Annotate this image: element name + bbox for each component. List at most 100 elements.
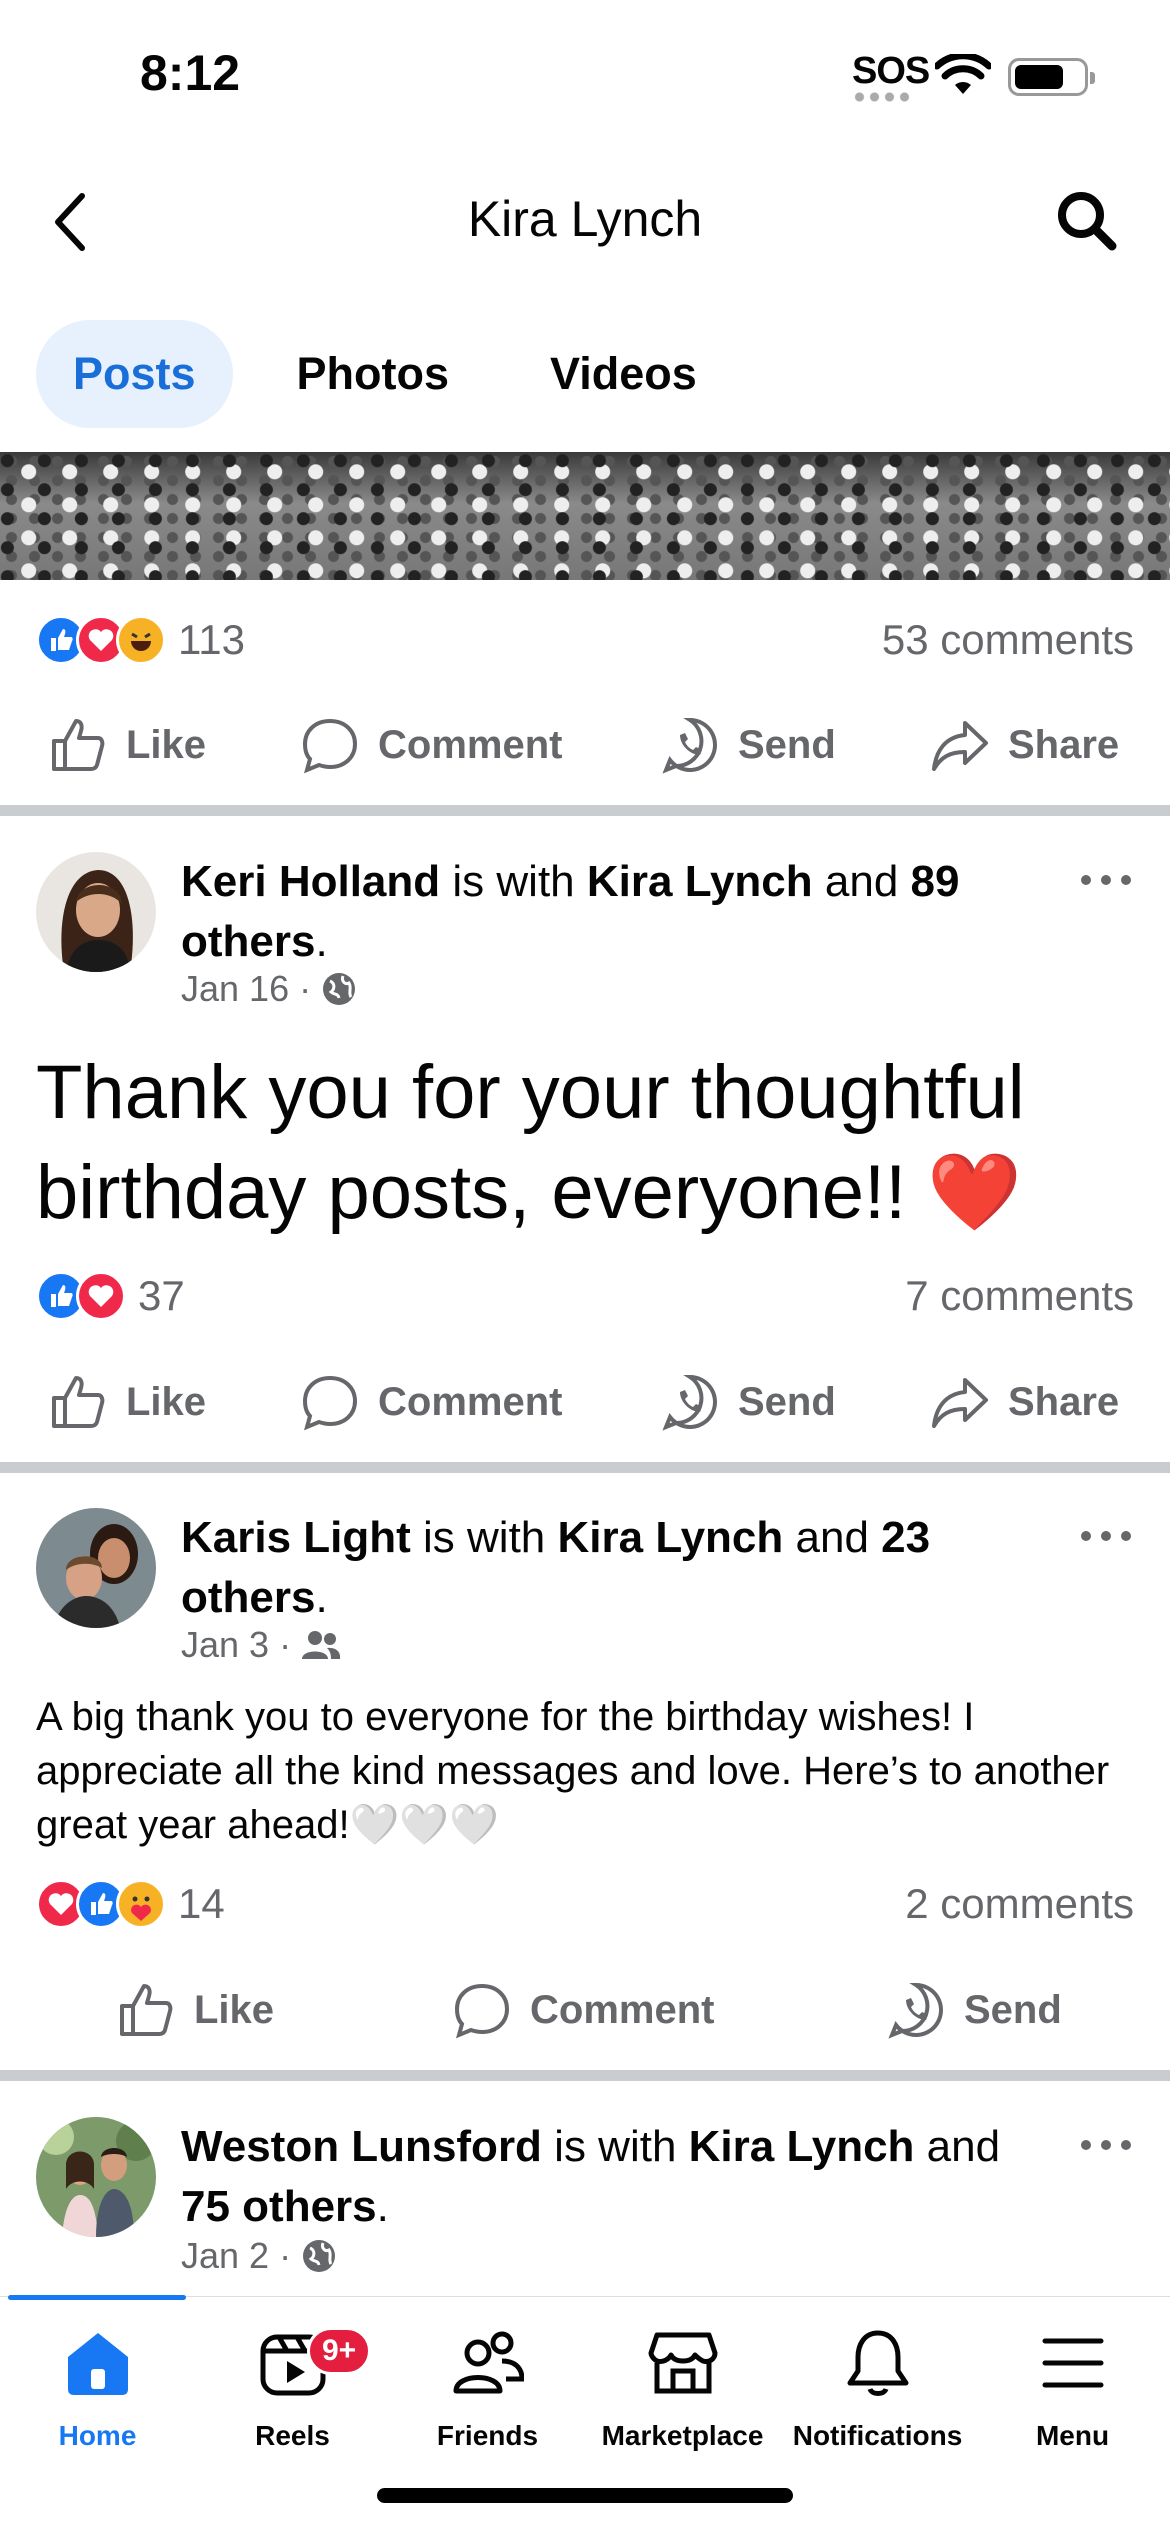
status-time: 8:12: [140, 45, 241, 101]
and-text: and: [795, 1513, 869, 1562]
post-author-line: Karis Light is with Kira Lynch and 23 ot…: [181, 1513, 931, 1622]
tab-videos[interactable]: Videos: [513, 320, 734, 428]
comment-button[interactable]: Comment: [452, 1980, 714, 2040]
nav-menu-label: Menu: [1035, 2420, 1110, 2451]
with-text: is with: [554, 2122, 677, 2171]
share-button[interactable]: Share: [930, 715, 1119, 775]
more-options-icon[interactable]: [1078, 872, 1134, 888]
send-button[interactable]: Send: [660, 715, 836, 775]
more-options-icon[interactable]: [1078, 1528, 1134, 1544]
comments-count[interactable]: 2 comments: [905, 1880, 1134, 1928]
haha-reaction-icon: [116, 615, 166, 665]
nav-reels[interactable]: 9+ Reels: [195, 2327, 390, 2452]
friends-icon: [302, 1631, 341, 1659]
marketplace-icon: [648, 2332, 717, 2394]
comment-icon: [302, 718, 358, 774]
post-date[interactable]: Jan 2: [181, 2235, 269, 2277]
post-meta: Jan 16 ·: [181, 968, 357, 1010]
and-text: and: [824, 857, 899, 906]
whatsapp-send-icon: [662, 717, 717, 774]
nav-reels-label: Reels: [255, 2420, 330, 2451]
post-author[interactable]: Keri Holland: [181, 857, 440, 906]
post-meta: Jan 2 ·: [181, 2235, 337, 2277]
post-text: A big thank you to everyone for the birt…: [36, 1695, 1110, 1847]
reaction-count: 113: [178, 616, 245, 663]
nav-home[interactable]: Home: [0, 2327, 195, 2452]
comment-label: Comment: [378, 722, 563, 767]
share-label: Share: [1008, 722, 1120, 767]
more-options-icon[interactable]: [1078, 2137, 1134, 2153]
comment-label: Comment: [530, 1987, 715, 2032]
bell-icon: [847, 2330, 908, 2396]
nav-marketplace[interactable]: Marketplace: [585, 2327, 780, 2452]
avatar[interactable]: [36, 1508, 156, 1628]
tab-posts[interactable]: Posts: [36, 320, 233, 428]
post1-actions: Like Comment Send Share: [0, 1352, 1170, 1452]
send-label: Send: [738, 722, 836, 767]
tagged-person[interactable]: Kira Lynch: [689, 2122, 915, 2171]
post-author[interactable]: Karis Light: [181, 1513, 411, 1562]
post-author-line: Weston Lunsford is with Kira Lynch and 7…: [181, 2122, 1001, 2231]
share-button[interactable]: Share: [930, 1372, 1119, 1432]
post2-actions: Like Comment Send: [0, 1960, 1170, 2060]
post-author[interactable]: Weston Lunsford: [181, 2122, 542, 2171]
reaction-count: 37: [138, 1272, 185, 1319]
share-label: Share: [1008, 1379, 1120, 1424]
post1-header: Keri Holland is with Kira Lynch and 89 o…: [36, 852, 1134, 1012]
comment-label: Comment: [378, 1379, 563, 1424]
post-date[interactable]: Jan 3: [181, 1624, 269, 1666]
comments-count[interactable]: 53 comments: [882, 616, 1134, 664]
tagged-person[interactable]: Kira Lynch: [558, 1513, 784, 1562]
like-label: Like: [126, 1379, 207, 1424]
post0-actions: Like Comment Send Share: [0, 695, 1170, 795]
friends-nav-icon: [453, 2331, 525, 2394]
like-icon: [52, 1376, 105, 1428]
comments-count[interactable]: 7 comments: [905, 1272, 1134, 1320]
share-icon: [932, 721, 988, 771]
nav-menu[interactable]: Menu: [975, 2327, 1170, 2452]
comment-icon: [454, 1983, 510, 2039]
nav-notifications[interactable]: Notifications: [780, 2327, 975, 2452]
reels-badge: 9+: [307, 2327, 372, 2375]
send-button[interactable]: Send: [660, 1372, 836, 1432]
globe-icon: [303, 2240, 336, 2272]
send-button[interactable]: Send: [886, 1980, 1062, 2040]
nav-friends[interactable]: Friends: [390, 2327, 585, 2452]
with-text: is with: [452, 857, 575, 906]
post2-header: Karis Light is with Kira Lynch and 23 ot…: [36, 1508, 1134, 1668]
nav-home-label: Home: [58, 2420, 137, 2451]
signal-dots-icon: [852, 92, 914, 102]
post0-reactions[interactable]: 113 53 comments: [36, 610, 1134, 670]
avatar[interactable]: [36, 852, 156, 972]
love-reaction-icon: [76, 1271, 126, 1321]
post-date[interactable]: Jan 16: [181, 968, 289, 1010]
search-icon[interactable]: [1054, 188, 1118, 252]
post-divider: [0, 805, 1170, 816]
like-button[interactable]: Like: [48, 1372, 206, 1432]
send-label: Send: [738, 1379, 836, 1424]
like-button[interactable]: Like: [116, 1980, 274, 2040]
tagged-others[interactable]: 75 others: [181, 2182, 377, 2231]
tagged-person[interactable]: Kira Lynch: [587, 857, 813, 906]
post-author-line: Keri Holland is with Kira Lynch and 89 o…: [181, 857, 960, 966]
post3-header: Weston Lunsford is with Kira Lynch and 7…: [36, 2117, 1134, 2287]
tab-photos[interactable]: Photos: [260, 320, 487, 428]
sos-indicator: SOS: [852, 50, 930, 92]
post1-reactions[interactable]: 37 7 comments: [36, 1266, 1134, 1326]
post2-reactions[interactable]: 14 2 comments: [36, 1874, 1134, 1934]
comment-button[interactable]: Comment: [300, 1372, 562, 1432]
comment-button[interactable]: Comment: [300, 715, 562, 775]
header: Kira Lynch: [0, 150, 1170, 290]
care-reaction-icon: [116, 1879, 166, 1929]
nav-notifications-label: Notifications: [792, 2420, 963, 2451]
and-text: and: [926, 2122, 1001, 2171]
reaction-count: 14: [178, 1880, 225, 1927]
like-button[interactable]: Like: [48, 715, 206, 775]
home-indicator: [377, 2488, 793, 2503]
post-divider: [0, 1462, 1170, 1473]
avatar[interactable]: [36, 2117, 156, 2237]
post-meta: Jan 3 ·: [181, 1624, 341, 1666]
post-photo[interactable]: [0, 452, 1170, 580]
active-tab-indicator: [8, 2295, 186, 2300]
status-bar: 8:12 SOS: [0, 0, 1170, 150]
